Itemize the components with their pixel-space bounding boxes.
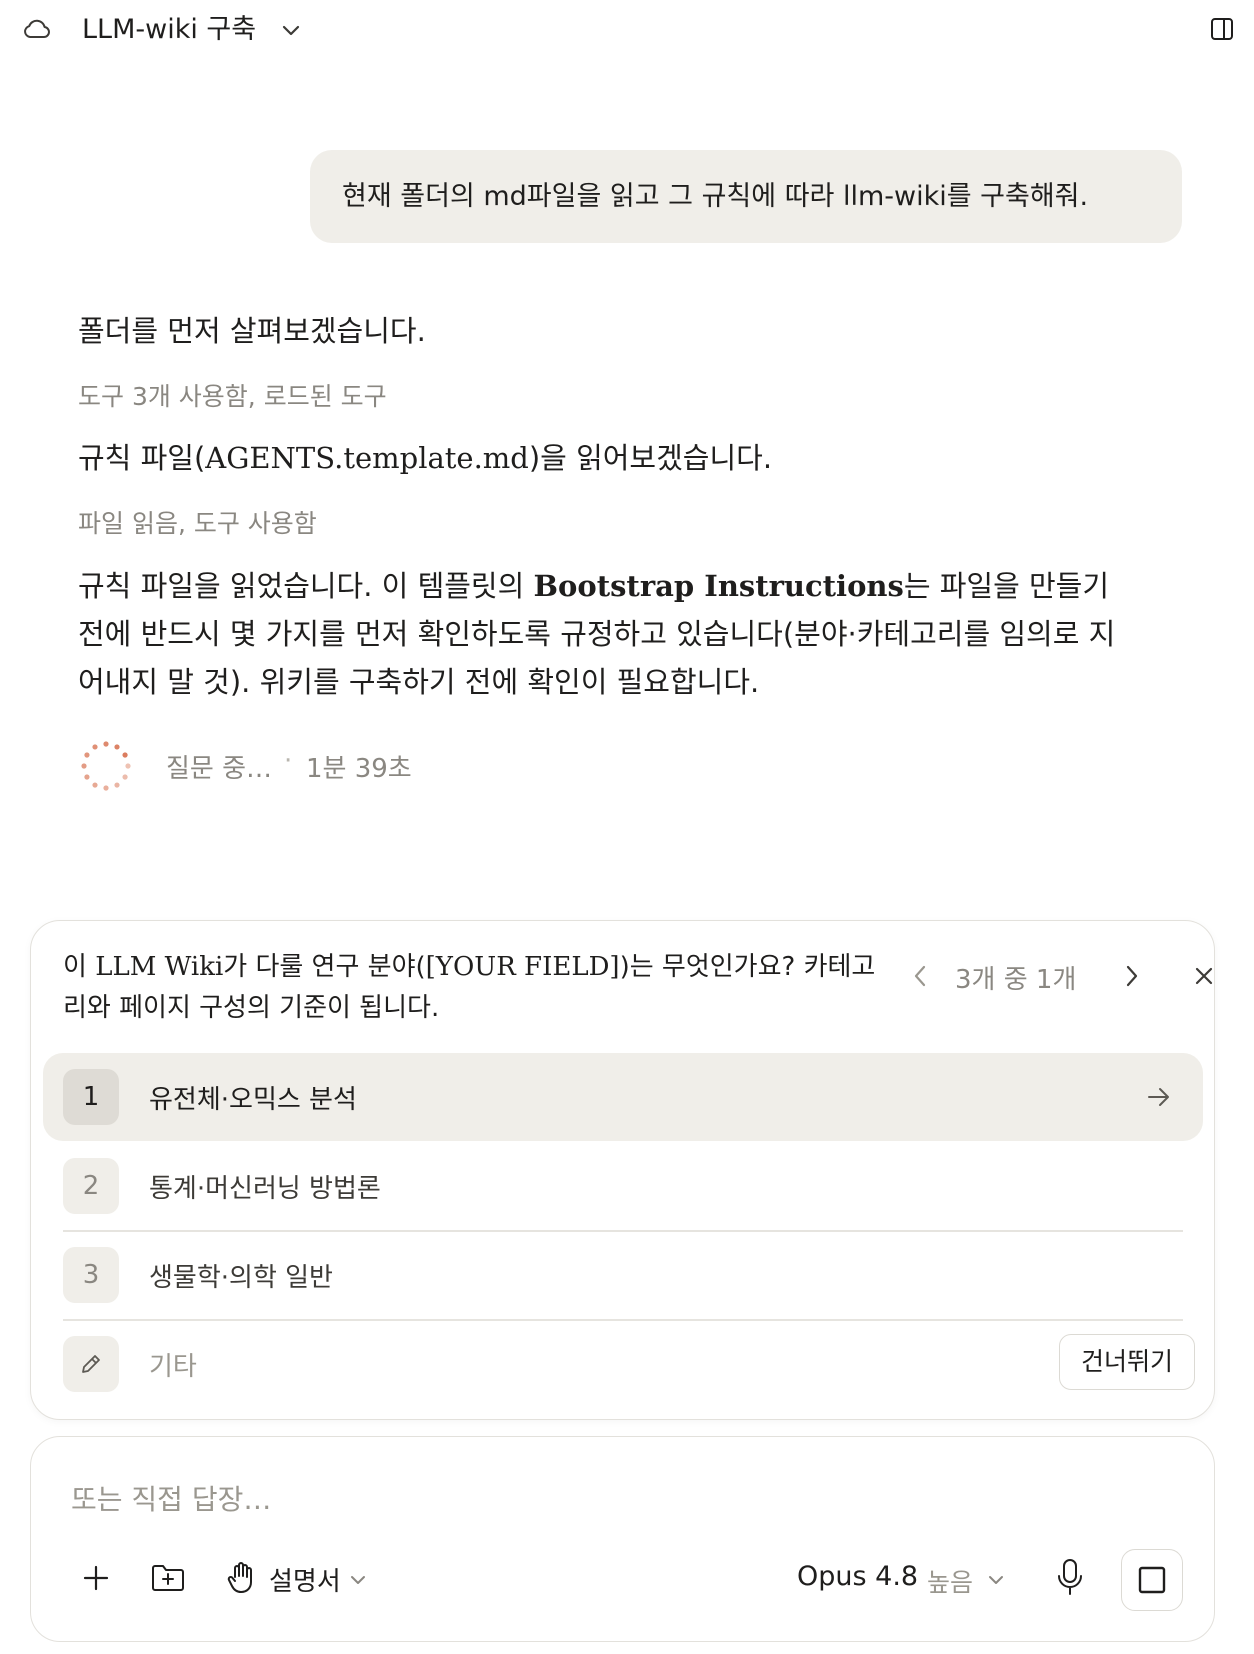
conversation-title[interactable]: LLM-wiki 구축 bbox=[82, 12, 256, 48]
user-message-bubble: 현재 폴더의 md파일을 읽고 그 규칙에 따라 llm-wiki를 구축해줘. bbox=[310, 150, 1182, 243]
reply-input[interactable] bbox=[71, 1479, 1071, 1519]
question-counter: 3개 중 1개 bbox=[955, 965, 1077, 995]
spinner-dot bbox=[122, 752, 128, 758]
spinner-dot bbox=[81, 763, 87, 769]
chevron-down-icon[interactable] bbox=[987, 1571, 1005, 1589]
spinner-dot bbox=[84, 774, 90, 780]
question-card: 이 LLM Wiki가 다룰 연구 분야([YOUR FIELD])는 무엇인가… bbox=[30, 920, 1215, 1420]
stop-icon bbox=[1138, 1566, 1166, 1594]
pencil-icon bbox=[63, 1336, 119, 1392]
skip-button[interactable]: 건너뛰기 bbox=[1059, 1334, 1195, 1390]
close-icon[interactable] bbox=[1193, 965, 1215, 987]
spinner-dot bbox=[92, 782, 98, 788]
hand-icon bbox=[227, 1561, 257, 1595]
option-label: 통계·머신러닝 방법론 bbox=[149, 1174, 381, 1204]
answer-option-2[interactable]: 2 통계·머신러닝 방법론 bbox=[43, 1142, 1203, 1230]
spinner-dot bbox=[122, 774, 128, 780]
answer-option-other[interactable]: 기타 건너뛰기 bbox=[43, 1320, 1203, 1408]
assistant-text-line: 폴더를 먼저 살펴보겠습니다. bbox=[78, 314, 426, 348]
text-segment: 규칙 파일( bbox=[78, 441, 206, 475]
elapsed-time: 1분 39초 bbox=[306, 754, 412, 784]
assistant-paragraph: 규칙 파일을 읽었습니다. 이 템플릿의 Bootstrap Instructi… bbox=[78, 562, 1118, 706]
reply-composer: 설명서 Opus 4.8 높음 bbox=[30, 1436, 1215, 1642]
spinner-dot bbox=[114, 782, 120, 788]
text-segment: [YOUR FIELD] bbox=[425, 952, 620, 982]
file-name: AGENTS.template.md bbox=[205, 441, 529, 475]
answer-option-1[interactable]: 1 유전체·오믹스 분석 bbox=[43, 1053, 1203, 1141]
effort-selector[interactable]: 높음 bbox=[927, 1563, 973, 1599]
spinner-dot bbox=[103, 785, 109, 791]
bold-term: Bootstrap Instructions bbox=[533, 569, 904, 603]
option-number: 3 bbox=[63, 1247, 119, 1303]
chevron-right-icon[interactable] bbox=[1121, 963, 1141, 989]
spinner-dot bbox=[103, 741, 109, 747]
spinner-dot bbox=[125, 763, 131, 769]
spinner-dot bbox=[114, 744, 120, 750]
tool-usage-summary[interactable]: 도구 3개 사용함, 로드된 도구 bbox=[78, 377, 387, 413]
style-label: 설명서 bbox=[269, 1567, 341, 1597]
option-label: 유전체·오믹스 분석 bbox=[149, 1085, 357, 1115]
model-selector[interactable]: Opus 4.8 bbox=[797, 1561, 918, 1592]
option-number: 1 bbox=[63, 1069, 119, 1125]
option-label: 생물학·의학 일반 bbox=[149, 1263, 333, 1293]
question-text: 이 LLM Wiki가 다룰 연구 분야([YOUR FIELD])는 무엇인가… bbox=[63, 947, 883, 1029]
spinner-dot bbox=[92, 744, 98, 750]
status-separator: · bbox=[284, 746, 293, 776]
text-segment: 이 bbox=[63, 952, 96, 982]
panel-toggle-icon[interactable] bbox=[1210, 17, 1234, 41]
text-segment: )을 읽어보겠습니다. bbox=[528, 441, 773, 475]
tool-usage-summary[interactable]: 파일 읽음, 도구 사용함 bbox=[78, 504, 317, 540]
add-folder-icon[interactable] bbox=[151, 1563, 185, 1593]
answer-option-3[interactable]: 3 생물학·의학 일반 bbox=[43, 1231, 1203, 1319]
plus-icon[interactable] bbox=[81, 1563, 111, 1593]
chevron-left-icon[interactable] bbox=[911, 963, 931, 989]
spinner-icon bbox=[78, 738, 134, 794]
spinner-dot bbox=[84, 752, 90, 758]
status-label: 질문 중… bbox=[166, 754, 273, 784]
text-segment: 규칙 파일을 읽었습니다. 이 템플릿의 bbox=[78, 569, 534, 603]
stop-button[interactable] bbox=[1121, 1549, 1183, 1611]
text-segment: 가 다룰 연구 분야( bbox=[223, 952, 426, 982]
assistant-text-line: 규칙 파일(AGENTS.template.md)을 읽어보겠습니다. bbox=[78, 435, 772, 477]
cloud-icon[interactable] bbox=[22, 17, 52, 41]
microphone-icon[interactable] bbox=[1055, 1557, 1085, 1597]
chevron-down-icon bbox=[349, 1571, 367, 1589]
option-number: 2 bbox=[63, 1158, 119, 1214]
other-option-label: 기타 bbox=[149, 1352, 197, 1382]
arrow-right-icon[interactable] bbox=[1147, 1086, 1171, 1108]
chevron-down-icon[interactable] bbox=[280, 19, 302, 41]
text-segment: LLM Wiki bbox=[95, 952, 224, 982]
top-bar: LLM-wiki 구축 bbox=[0, 0, 1254, 60]
